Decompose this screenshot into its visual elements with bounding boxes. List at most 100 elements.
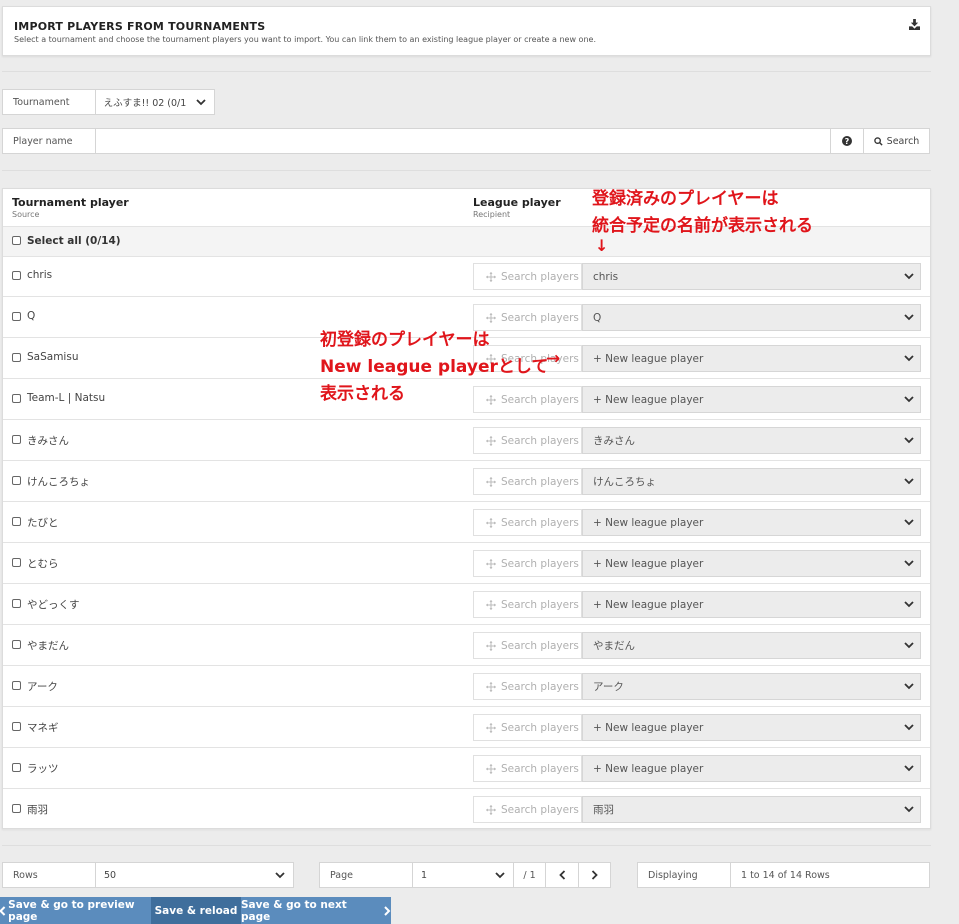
chevron-down-icon	[904, 601, 914, 608]
row-checkbox[interactable]	[12, 476, 21, 485]
tournament-select[interactable]: Tournament えふすま!! 02 (0/1	[2, 89, 215, 115]
select-all-label[interactable]: Select all (0/14)	[27, 235, 121, 247]
recipient-value: アーク	[593, 681, 624, 693]
recipient-value: + New league player	[593, 557, 704, 570]
search-players-button[interactable]: Search players	[473, 673, 582, 700]
recipient-select[interactable]: きみさん	[582, 427, 921, 454]
rows-value: 50	[104, 869, 117, 881]
recipient-value: chris	[593, 270, 619, 283]
annotation-mid-line2: New league playerとして	[320, 357, 549, 377]
annotation-down-arrow: ↓	[595, 236, 609, 255]
recipient-select[interactable]: + New league player	[582, 345, 921, 372]
table-row: chris Search players chris	[3, 256, 930, 297]
player-name: きみさん	[27, 435, 69, 447]
search-players-button[interactable]: Search players	[473, 509, 582, 536]
search-players-button[interactable]: Search players	[473, 796, 582, 823]
row-checkbox[interactable]	[12, 394, 21, 403]
crosshair-icon	[486, 312, 496, 323]
recipient-select[interactable]: + New league player	[582, 591, 921, 618]
tournament-label: Tournament	[3, 90, 96, 114]
recipient-select[interactable]: chris	[582, 263, 921, 290]
page-value: 1	[421, 869, 428, 881]
page-select[interactable]: 1	[413, 863, 514, 887]
recipient-select[interactable]: + New league player	[582, 509, 921, 536]
player-name-input[interactable]	[96, 129, 831, 153]
search-players-button[interactable]: Search players	[473, 632, 582, 659]
chevron-down-icon	[904, 806, 914, 813]
save-next-button[interactable]: Save & go to next page	[241, 897, 391, 924]
action-bar: Save & go to preview page Save & reload …	[0, 897, 391, 924]
search-players-button[interactable]: Search players	[473, 427, 582, 454]
row-checkbox[interactable]	[12, 681, 21, 690]
recipient-select[interactable]: + New league player	[582, 714, 921, 741]
player-name: マネギ	[27, 722, 59, 734]
prev-page-button[interactable]	[546, 863, 579, 887]
recipient-value: Q	[593, 311, 602, 324]
crosshair-icon	[486, 394, 496, 405]
row-checkbox[interactable]	[12, 435, 21, 444]
search-players-button[interactable]: Search players	[473, 468, 582, 495]
annotation-top-line1: 登録済みのプレイヤーは	[592, 189, 779, 209]
search-players-button[interactable]: Search players	[473, 386, 582, 413]
search-players-button[interactable]: Search players	[473, 755, 582, 782]
recipient-select[interactable]: + New league player	[582, 550, 921, 577]
save-preview-button[interactable]: Save & go to preview page	[0, 897, 151, 924]
search-players-button[interactable]: Search players	[473, 591, 582, 618]
annotation-mid-line3: 表示される	[320, 384, 405, 404]
player-name: 雨羽	[27, 804, 48, 816]
row-checkbox[interactable]	[12, 763, 21, 772]
col-recipient: Recipient	[473, 210, 511, 219]
crosshair-icon	[486, 476, 496, 487]
next-page-button[interactable]	[579, 863, 610, 887]
table-row: きみさん Search players きみさん	[3, 420, 930, 461]
row-checkbox[interactable]	[12, 599, 21, 608]
save-reload-button[interactable]: Save & reload	[151, 897, 241, 924]
player-name: やどっくす	[27, 599, 80, 611]
recipient-value: やまだん	[593, 640, 635, 652]
player-name: Team-L | Natsu	[27, 392, 106, 404]
rows-per-page[interactable]: Rows 50	[2, 862, 294, 888]
search-players-label: Search players	[501, 475, 579, 488]
search-players-label: Search players	[501, 598, 579, 611]
save-preview-label: Save & go to preview page	[8, 898, 135, 923]
tournament-value: えふすま!! 02 (0/1	[103, 98, 187, 109]
row-checkbox[interactable]	[12, 353, 21, 362]
select-all-checkbox[interactable]	[12, 236, 21, 245]
row-checkbox[interactable]	[12, 722, 21, 731]
search-players-button[interactable]: Search players	[473, 714, 582, 741]
recipient-select[interactable]: 雨羽	[582, 796, 921, 823]
download-icon[interactable]	[909, 19, 920, 30]
recipient-select[interactable]: + New league player	[582, 755, 921, 782]
chevron-down-icon	[196, 98, 206, 105]
row-checkbox[interactable]	[12, 558, 21, 567]
chevron-left-icon	[0, 905, 6, 916]
row-checkbox[interactable]	[12, 312, 21, 321]
recipient-select[interactable]: やまだん	[582, 632, 921, 659]
chevron-right-icon	[591, 870, 598, 880]
page-label: Page	[320, 863, 413, 887]
chevron-down-icon	[904, 683, 914, 690]
row-checkbox[interactable]	[12, 271, 21, 280]
player-search-row: Player name ? Search	[2, 128, 930, 154]
search-button[interactable]: Search	[864, 129, 929, 153]
recipient-select[interactable]: アーク	[582, 673, 921, 700]
recipient-value: + New league player	[593, 516, 704, 529]
annotation-top-line2: 統合予定の名前が表示される	[592, 216, 813, 236]
search-players-button[interactable]: Search players	[473, 263, 582, 290]
search-players-label: Search players	[501, 516, 579, 529]
players-table: Tournament player Source League player R…	[2, 188, 931, 830]
page-subtitle: Select a tournament and choose the tourn…	[14, 35, 596, 44]
row-checkbox[interactable]	[12, 640, 21, 649]
recipient-select[interactable]: Q	[582, 304, 921, 331]
player-name: Q	[27, 310, 36, 322]
row-checkbox[interactable]	[12, 517, 21, 526]
row-checkbox[interactable]	[12, 804, 21, 813]
player-name: SaSamisu	[27, 351, 79, 363]
crosshair-icon	[486, 681, 496, 692]
help-button[interactable]: ?	[831, 129, 864, 153]
search-players-button[interactable]: Search players	[473, 550, 582, 577]
recipient-select[interactable]: + New league player	[582, 386, 921, 413]
table-row: ラッツ Search players + New league player	[3, 748, 930, 789]
page-total: / 1	[514, 863, 546, 887]
recipient-select[interactable]: けんころちょ	[582, 468, 921, 495]
